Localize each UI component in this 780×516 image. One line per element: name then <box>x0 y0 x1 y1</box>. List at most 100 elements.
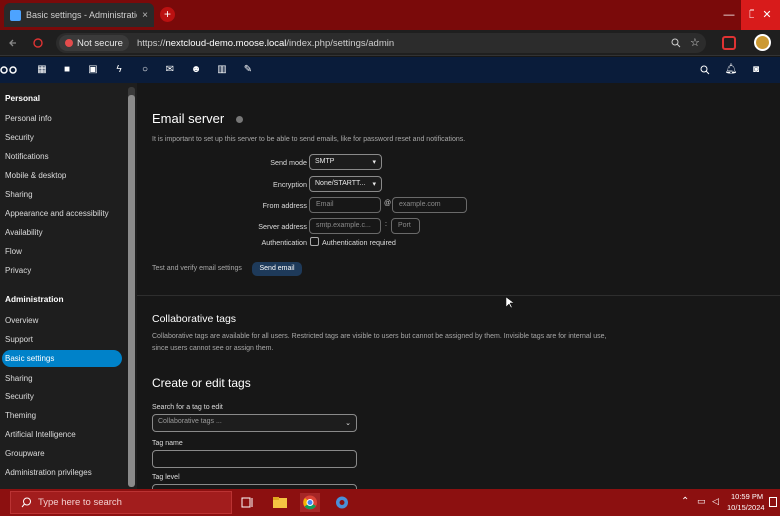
back-icon[interactable] <box>8 38 18 48</box>
test-email-label: Test and verify email settings <box>152 265 242 272</box>
bookmark-star-icon[interactable]: ☆ <box>690 36 700 49</box>
tab-close-icon[interactable]: × <box>142 10 148 21</box>
browser-toolbar: Not secure https://nextcloud-demo.moose.… <box>0 30 780 56</box>
sidebar-item-availability[interactable]: Availability <box>5 228 43 237</box>
encryption-select[interactable]: None/STARTT... ▾ <box>309 176 382 192</box>
url-path: /index.php/settings/admin <box>286 37 395 49</box>
send-email-button[interactable]: Send email <box>252 262 302 276</box>
photos-icon[interactable]: ▣ <box>86 63 100 77</box>
authentication-checkbox-label[interactable]: Authentication required <box>322 238 396 247</box>
sidebar-item-security[interactable]: Security <box>5 133 34 142</box>
server-address-label: Server address <box>258 222 307 231</box>
from-address-label: From address <box>262 201 307 210</box>
security-label: Not secure <box>77 37 123 49</box>
contacts-icon[interactable]: ☻ <box>189 63 203 77</box>
sidebar-item-overview[interactable]: Overview <box>5 316 38 325</box>
sidebar-item-personal-info[interactable]: Personal info <box>5 114 52 123</box>
tag-level-label: Tag level <box>152 474 180 481</box>
extension-icon[interactable] <box>722 36 736 50</box>
tag-search-select[interactable]: Collaborative tags ... ⌄ <box>152 414 357 432</box>
encryption-label: Encryption <box>273 180 307 189</box>
windows-taskbar: Type here to search ⌃ ▭ ◁ 10:59 PM 10/15… <box>0 489 780 516</box>
email-server-description: It is important to set up this server to… <box>152 136 466 143</box>
new-tab-button[interactable]: + <box>160 7 175 22</box>
chrome-icon[interactable] <box>300 493 320 512</box>
profile-avatar[interactable] <box>754 34 771 51</box>
collaborative-tags-title: Collaborative tags <box>152 313 237 325</box>
sidebar-item-sharing[interactable]: Sharing <box>5 190 33 199</box>
collaborative-tags-description: Collaborative tags are available for all… <box>152 333 607 352</box>
talk-icon[interactable]: ○ <box>138 63 152 77</box>
url-scheme: https:// <box>136 37 166 49</box>
window-close-button[interactable]: ✕ <box>754 0 780 30</box>
sidebar-item-admin-sharing[interactable]: Sharing <box>5 374 33 383</box>
sidebar-item-flow[interactable]: Flow <box>5 247 22 256</box>
sidebar-item-support[interactable]: Support <box>5 335 33 344</box>
caret-down-icon: ▾ <box>372 159 376 166</box>
email-server-title: Email server <box>152 111 225 126</box>
sidebar-item-basic-settings[interactable]: Basic settings <box>2 350 122 367</box>
sidebar-item-theming[interactable]: Theming <box>5 411 36 420</box>
send-mode-label: Send mode <box>270 158 307 167</box>
security-chip[interactable]: Not secure <box>59 35 129 51</box>
settings-gear-icon[interactable] <box>332 493 352 512</box>
tag-search-placeholder: Collaborative tags ... <box>158 418 222 425</box>
files-icon[interactable]: ■ <box>60 63 74 77</box>
taskbar-time[interactable]: 10:59 PM <box>731 492 763 501</box>
activity-icon[interactable]: ϟ <box>112 63 126 77</box>
section-divider <box>137 295 780 296</box>
chevron-down-icon: ⌄ <box>345 420 351 427</box>
sidebar-heading-administration: Administration <box>5 294 64 304</box>
sidebar-item-privacy[interactable]: Privacy <box>5 266 31 275</box>
mail-icon[interactable]: ✉ <box>163 63 177 77</box>
send-mode-select[interactable]: SMTP ▾ <box>309 154 382 170</box>
nextcloud-favicon-icon <box>10 9 21 21</box>
zoom-icon[interactable] <box>671 38 681 48</box>
notifications-bell-icon[interactable]: 🔔︎ <box>724 63 738 77</box>
search-icon[interactable] <box>700 65 710 75</box>
dashboard-icon[interactable]: ▦ <box>35 63 49 77</box>
sidebar-item-mobile-desktop[interactable]: Mobile & desktop <box>5 171 66 180</box>
tag-name-input[interactable] <box>152 450 357 468</box>
info-icon[interactable] <box>236 116 243 123</box>
file-explorer-icon[interactable] <box>270 493 290 512</box>
sidebar-item-appearance[interactable]: Appearance and accessibility <box>5 209 109 218</box>
task-view-icon[interactable] <box>238 493 258 512</box>
authentication-checkbox[interactable] <box>310 237 319 246</box>
url-host: nextcloud-demo.moose.local <box>165 37 287 49</box>
tag-name-label: Tag name <box>152 440 183 447</box>
window-minimize-button[interactable]: — <box>716 0 742 30</box>
nextcloud-logo-icon[interactable] <box>0 64 20 76</box>
sidebar-item-ai[interactable]: Artificial Intelligence <box>5 430 76 439</box>
volume-icon[interactable]: ◁ <box>712 496 719 507</box>
network-icon[interactable]: ▭ <box>697 496 706 507</box>
at-sign: @ <box>384 200 392 207</box>
search-icon <box>21 497 31 508</box>
address-bar[interactable]: Not secure https://nextcloud-demo.moose.… <box>56 33 706 53</box>
caret-down-icon: ▾ <box>372 181 376 188</box>
sidebar-item-groupware[interactable]: Groupware <box>5 449 45 458</box>
sidebar-scrollbar-thumb[interactable] <box>128 95 135 487</box>
tray-chevron-icon[interactable]: ⌃ <box>681 496 689 507</box>
calendar-icon[interactable]: ▥ <box>215 63 229 77</box>
server-address-input[interactable]: smtp.example.c... <box>309 218 381 234</box>
taskbar-search-box[interactable]: Type here to search <box>10 491 232 514</box>
sidebar-item-admin-privileges[interactable]: Administration privileges <box>5 468 92 477</box>
taskbar-date[interactable]: 10/15/2024 <box>727 503 765 512</box>
reload-icon[interactable] <box>32 37 44 49</box>
sidebar-item-admin-security[interactable]: Security <box>5 392 34 401</box>
url-text[interactable]: https://nextcloud-demo.moose.local/index… <box>137 38 394 49</box>
port-input[interactable]: Port <box>391 218 420 234</box>
notification-center-icon[interactable] <box>769 497 777 507</box>
from-domain-input[interactable]: example.com <box>392 197 467 213</box>
sidebar-heading-personal: Personal <box>5 93 41 103</box>
notes-icon[interactable]: ✎ <box>241 63 255 77</box>
tab-title: Basic settings - Administration <box>26 10 138 20</box>
browser-tab-strip: Basic settings - Administration × + — ❐ … <box>0 0 780 30</box>
browser-tab[interactable]: Basic settings - Administration × <box>4 3 154 27</box>
from-address-input[interactable]: Email <box>309 197 381 213</box>
send-mode-value: SMTP <box>315 158 335 165</box>
settings-content: Email server It is important to set up t… <box>137 83 780 489</box>
sidebar-item-notifications[interactable]: Notifications <box>5 152 49 161</box>
contacts-menu-icon[interactable]: ◙ <box>749 63 763 77</box>
